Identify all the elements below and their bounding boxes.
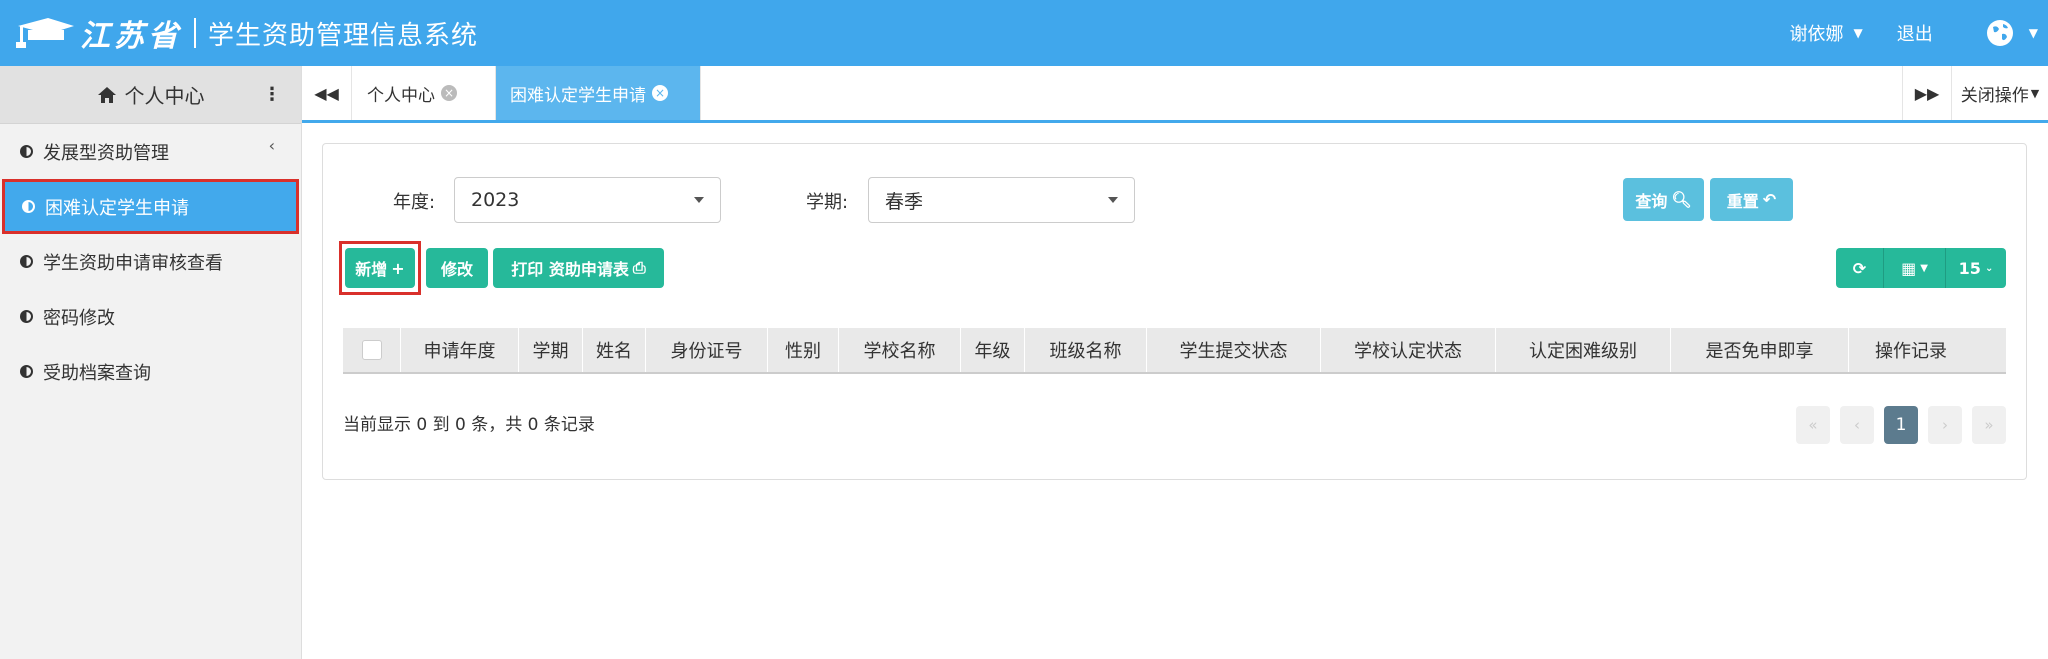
edit-button-label: 修改 <box>440 260 473 279</box>
column-header[interactable]: 学期 <box>519 328 583 372</box>
sidebar-item-aid-records[interactable]: 受助档案查询 <box>0 344 301 399</box>
caret-down-icon: ▼ <box>1920 262 1928 274</box>
select-all-checkbox[interactable] <box>361 340 382 360</box>
column-header[interactable]: 是否免申即享 <box>1671 328 1849 372</box>
pagination: « ‹ 1 › » <box>1786 406 2006 444</box>
sidebar-item-label: 受助档案查询 <box>43 362 151 384</box>
tab-hardship-application[interactable]: 困难认定学生申请 × <box>496 66 701 120</box>
reset-button[interactable]: 重置 ↶ <box>1710 178 1793 221</box>
close-tab-icon[interactable]: × <box>652 85 668 101</box>
select-all-cell <box>343 328 401 372</box>
globe-icon[interactable] <box>1985 18 2015 48</box>
close-operations-menu[interactable]: 关闭操作 ▼ <box>1952 66 2048 120</box>
undo-icon: ↶ <box>1762 190 1777 209</box>
username-menu[interactable]: 谢依娜 <box>1790 20 1844 46</box>
graduation-cap-icon <box>16 18 74 48</box>
sidebar-item-development-aid[interactable]: 发展型资助管理 ‹ <box>0 124 301 179</box>
tab-scroll-left-icon[interactable]: ◀◀ <box>302 66 352 120</box>
chevron-left-icon: ‹ <box>268 136 275 155</box>
home-icon <box>97 86 116 103</box>
term-label: 学期: <box>806 192 849 213</box>
half-circle-icon <box>20 145 33 158</box>
top-header: 江苏省 学生资助管理信息系统 谢依娜 ▼ 退出 ▼ <box>0 0 2048 66</box>
print-application-button[interactable]: 打印 资助申请表 ⎙ <box>493 248 664 288</box>
column-header[interactable]: 学校认定状态 <box>1321 328 1496 372</box>
sidebar-more-icon[interactable]: ⋮ <box>263 84 281 105</box>
query-button[interactable]: 查询 🔍︎ <box>1623 178 1704 221</box>
first-page-icon[interactable]: « <box>1796 406 1830 444</box>
column-header[interactable]: 学生提交状态 <box>1147 328 1321 372</box>
sidebar-item-label: 困难认定学生申请 <box>45 197 189 219</box>
dropdown-arrow-icon <box>694 197 704 203</box>
half-circle-icon <box>20 310 33 323</box>
sidebar-header: 个人中心 ⋮ <box>0 66 301 124</box>
term-select[interactable]: 春季 <box>868 177 1135 223</box>
sidebar-item-hardship-application[interactable]: 困难认定学生申请 <box>2 179 299 234</box>
plus-icon: + <box>391 258 405 278</box>
year-select[interactable]: 2023 <box>454 177 721 223</box>
user-area: 谢依娜 ▼ 退出 ▼ <box>1790 0 2048 66</box>
province-name: 江苏省 <box>80 19 182 54</box>
year-label: 年度: <box>393 192 436 213</box>
term-select-value: 春季 <box>885 190 924 213</box>
printer-icon: ⎙ <box>632 258 646 277</box>
add-button[interactable]: 新增 + <box>345 248 415 288</box>
column-header[interactable]: 操作记录 <box>1849 328 1973 372</box>
column-header[interactable]: 身份证号 <box>646 328 768 372</box>
page-number-current[interactable]: 1 <box>1884 406 1918 444</box>
logo-divider <box>194 18 196 48</box>
globe-caret-down-icon[interactable]: ▼ <box>2029 26 2038 40</box>
refresh-icon[interactable]: ⟳ <box>1836 248 1884 288</box>
tab-scroll-right-icon[interactable]: ▶▶ <box>1902 66 1952 120</box>
table-toolbar: ⟳ ▦ ▼ 15 ⌄ <box>1836 248 2006 288</box>
page-size-value: 15 <box>1958 258 1981 278</box>
edit-button[interactable]: 修改 <box>426 248 488 288</box>
reset-button-label: 重置 <box>1726 191 1759 211</box>
tab-personal-center[interactable]: 个人中心 × <box>353 66 496 120</box>
sidebar-item-password[interactable]: 密码修改 <box>0 289 301 344</box>
sidebar-item-label: 学生资助申请审核查看 <box>43 252 223 274</box>
page-size-select[interactable]: 15 ⌄ <box>1946 248 2006 288</box>
next-page-icon[interactable]: › <box>1928 406 1962 444</box>
column-header[interactable]: 班级名称 <box>1025 328 1147 372</box>
column-header[interactable]: 申请年度 <box>401 328 519 372</box>
pagination-summary: 当前显示 0 到 0 条，共 0 条记录 <box>343 415 595 435</box>
tab-label: 个人中心 <box>367 85 435 106</box>
user-caret-down-icon[interactable]: ▼ <box>1854 26 1863 40</box>
prev-page-icon[interactable]: ‹ <box>1840 406 1874 444</box>
system-logo: 江苏省 学生资助管理信息系统 <box>14 14 479 54</box>
half-circle-icon <box>20 255 33 268</box>
sidebar-item-label: 密码修改 <box>43 307 115 329</box>
sidebar-item-application-review[interactable]: 学生资助申请审核查看 <box>0 234 301 289</box>
main-panel: 年度: 2023 学期: 春季 查询 🔍︎ 重置 ↶ 新增 + 修改 打印 资助… <box>322 143 2027 480</box>
logout-link[interactable]: 退出 <box>1897 20 1933 46</box>
table-header-row: 申请年度 学期 姓名 身份证号 性别 学校名称 年级 班级名称 学生提交状态 学… <box>343 328 2006 374</box>
chevron-down-icon: ⌄ <box>1984 262 1994 274</box>
print-button-label: 打印 资助申请表 <box>511 260 629 279</box>
column-header[interactable]: 性别 <box>768 328 839 372</box>
tab-bar: ◀◀ 个人中心 × 困难认定学生申请 × ▶▶ 关闭操作 ▼ <box>302 66 2048 123</box>
last-page-icon[interactable]: » <box>1972 406 2006 444</box>
search-icon: 🔍︎ <box>1671 190 1692 209</box>
column-header[interactable]: 学校名称 <box>839 328 961 372</box>
column-header[interactable]: 年级 <box>961 328 1025 372</box>
system-name: 学生资助管理信息系统 <box>208 20 479 51</box>
caret-down-icon: ▼ <box>2030 86 2040 100</box>
dropdown-arrow-icon <box>1108 197 1118 203</box>
tab-label: 困难认定学生申请 <box>510 85 646 106</box>
column-header[interactable]: 姓名 <box>583 328 646 372</box>
close-operations-label: 关闭操作 <box>1960 85 2029 106</box>
query-button-label: 查询 <box>1635 191 1668 211</box>
columns-toggle[interactable]: ▦ ▼ <box>1884 248 1946 288</box>
sidebar-item-label: 发展型资助管理 <box>43 142 169 164</box>
close-tab-icon[interactable]: × <box>441 85 457 101</box>
half-circle-icon <box>22 200 35 213</box>
half-circle-icon <box>20 365 33 378</box>
year-select-value: 2023 <box>471 189 520 211</box>
sidebar-title: 个人中心 <box>124 84 205 108</box>
add-button-label: 新增 <box>355 260 388 279</box>
column-header[interactable]: 认定困难级别 <box>1496 328 1671 372</box>
grid-icon: ▦ <box>1901 258 1917 278</box>
sidebar: 个人中心 ⋮ 发展型资助管理 ‹ 困难认定学生申请 学生资助申请审核查看 密码修… <box>0 66 302 659</box>
